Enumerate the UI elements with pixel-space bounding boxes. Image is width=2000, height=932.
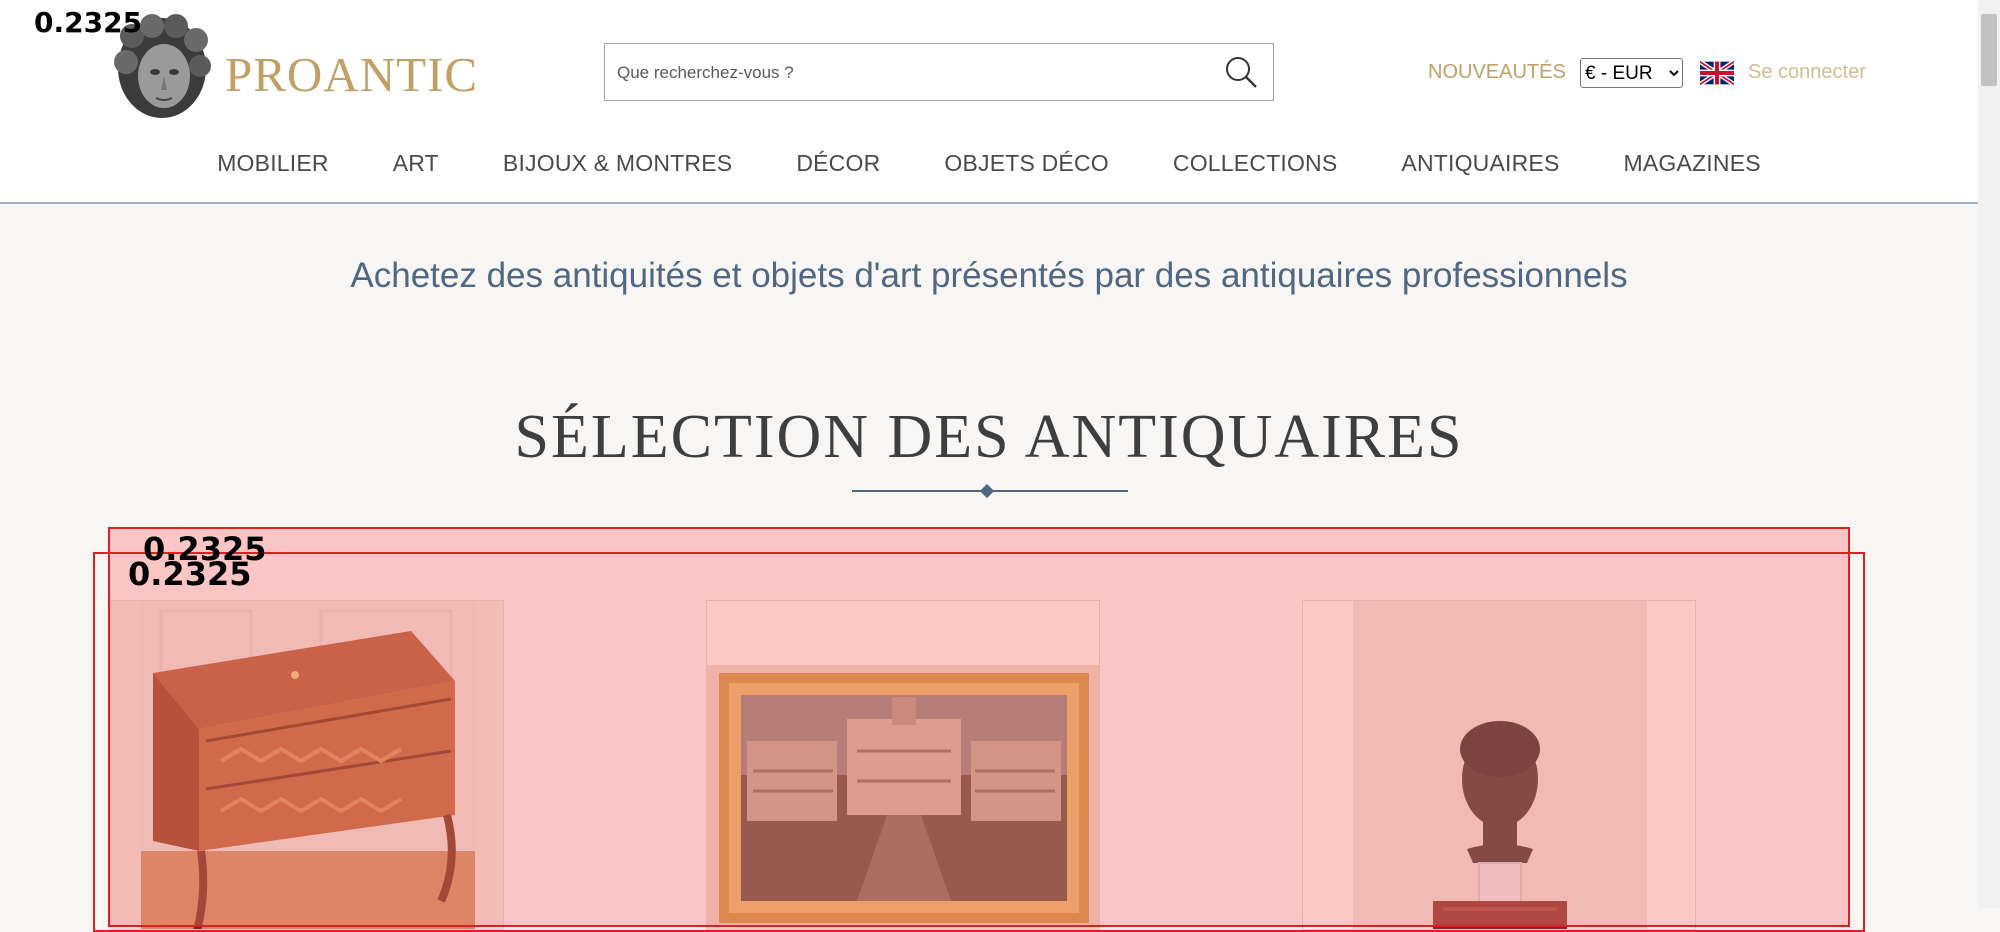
nav-item-bijoux-montres[interactable]: BIJOUX & MONTRES	[503, 150, 732, 177]
nav-item-objets-deco[interactable]: OBJETS DÉCO	[944, 150, 1109, 177]
search-box	[604, 43, 1274, 102]
currency-select[interactable]: € - EUR	[1580, 58, 1683, 88]
nav-item-magazines[interactable]: MAGAZINES	[1624, 150, 1761, 177]
scrollbar-thumb[interactable]	[1981, 14, 1997, 86]
section-title: SÉLECTION DES ANTIQUAIRES	[514, 403, 1464, 471]
search-input[interactable]	[615, 44, 1209, 102]
login-link[interactable]: Se connecter	[1748, 61, 1866, 84]
title-divider-diamond	[979, 483, 995, 499]
logo-text[interactable]: PROANTIC	[225, 46, 478, 103]
nav-item-mobilier[interactable]: MOBILIER	[217, 150, 329, 177]
nav-item-collections[interactable]: COLLECTIONS	[1173, 150, 1338, 177]
search-icon[interactable]	[1223, 54, 1259, 90]
overlay-score-label-outer: 0.2325	[128, 555, 252, 593]
tagline: Achetez des antiquités et objets d'art p…	[350, 256, 1628, 295]
page-scrollbar[interactable]	[1978, 0, 2000, 908]
site-header: PROANTIC NOUVEAUTÉS € - EUR Se connecter…	[0, 0, 1978, 204]
nav-item-antiquaires[interactable]: ANTIQUAIRES	[1401, 150, 1559, 177]
nav-item-art[interactable]: ART	[393, 150, 439, 177]
highlight-overlay-box-outer	[93, 552, 1865, 932]
nouveautes-link[interactable]: NOUVEAUTÉS	[1428, 61, 1566, 84]
corner-score-label: 0.2325	[34, 6, 143, 39]
nav-item-decor[interactable]: DÉCOR	[796, 150, 880, 177]
uk-flag-icon[interactable]	[1698, 59, 1736, 87]
main-nav: MOBILIER ART BIJOUX & MONTRES DÉCOR OBJE…	[0, 150, 1978, 177]
